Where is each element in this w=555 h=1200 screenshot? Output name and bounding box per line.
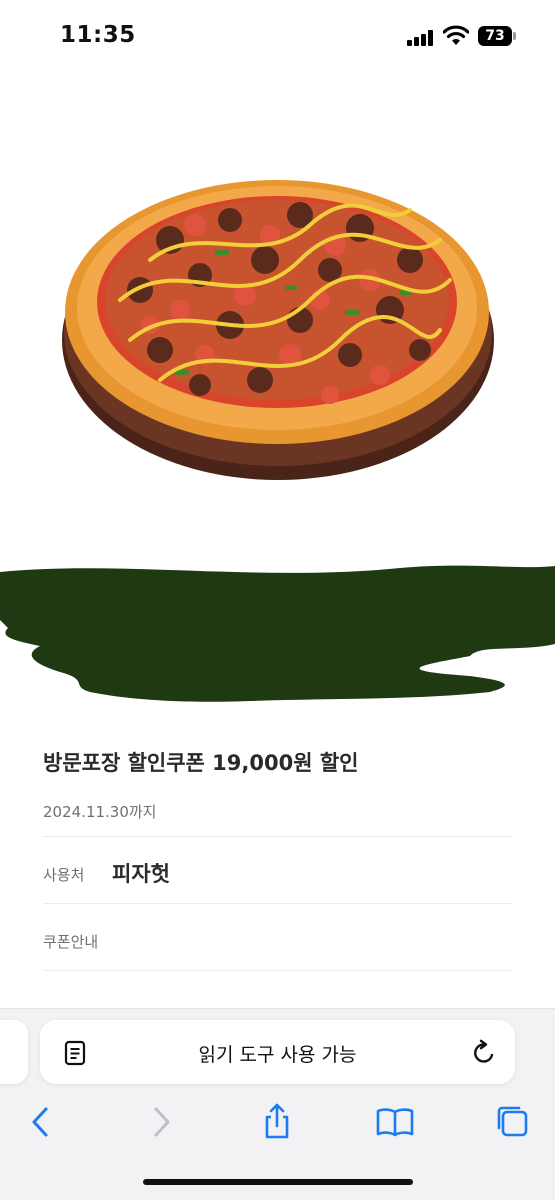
share-icon[interactable] — [255, 1100, 299, 1144]
divider — [43, 970, 512, 971]
address-bar-text: 읽기 도구 사용 가능 — [198, 1044, 357, 1066]
wifi-icon — [443, 25, 469, 45]
home-indicator[interactable] — [143, 1179, 413, 1185]
divider — [43, 836, 512, 837]
back-icon[interactable] — [19, 1100, 63, 1144]
forward-icon[interactable] — [139, 1100, 183, 1144]
status-time: 11:35 — [60, 22, 136, 48]
usage-label: 사용처 — [43, 866, 85, 884]
battery-icon: 73 — [478, 26, 518, 46]
usage-value: 피자헛 — [112, 862, 170, 886]
battery-level: 73 — [478, 26, 512, 46]
coupon-guide-link[interactable]: 쿠폰안내 — [43, 931, 98, 952]
divider — [43, 903, 512, 904]
status-bar: 11:35 73 — [0, 0, 555, 72]
pizza-image — [62, 180, 494, 480]
tabs-icon[interactable] — [491, 1100, 535, 1144]
previous-tab-card[interactable] — [0, 1020, 28, 1084]
bookmarks-icon[interactable] — [373, 1100, 417, 1144]
signal-icon — [407, 30, 435, 46]
address-bar[interactable]: 읽기 도구 사용 가능 — [40, 1020, 515, 1084]
coupon-title: 방문포장 할인쿠폰 19,000원 할인 — [43, 751, 359, 775]
coupon-expiry: 2024.11.30까지 — [43, 803, 157, 821]
redaction-mark — [0, 565, 555, 702]
reload-icon[interactable] — [470, 1039, 498, 1067]
